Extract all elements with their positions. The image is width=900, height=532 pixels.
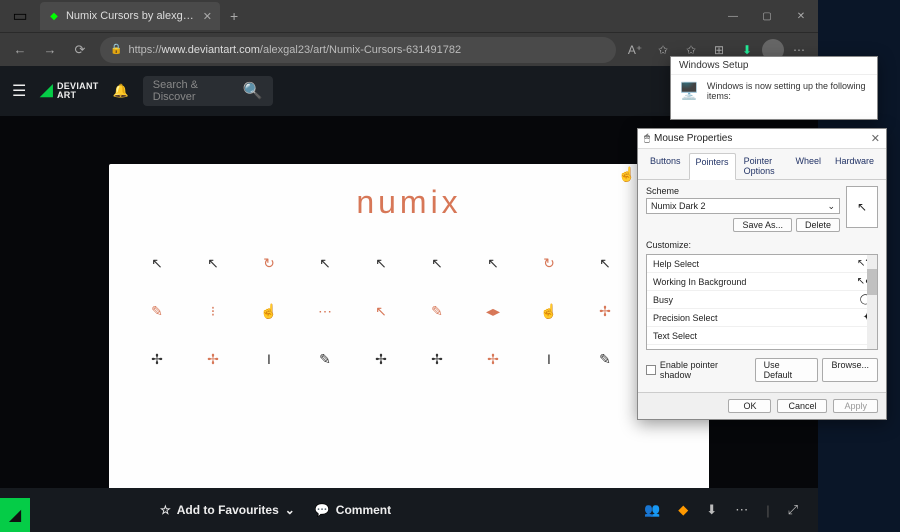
chevron-down-icon: ⌄ <box>285 503 295 517</box>
star-icon: ☆ <box>160 503 171 517</box>
download-icon[interactable]: ⬇ <box>706 502 717 518</box>
url-input[interactable]: 🔒 https://www.deviantart.com/alexgal23/a… <box>100 37 616 63</box>
expand-icon[interactable]: ⤢ <box>788 502 798 518</box>
comment-button[interactable]: 💬 Comment <box>315 503 391 517</box>
scheme-dropdown[interactable]: Numix Dark 2 ⌄ <box>646 198 840 214</box>
shadow-checkbox[interactable] <box>646 365 656 375</box>
tab-buttons[interactable]: Buttons <box>644 153 687 179</box>
mouse-icon: 🖱 <box>644 133 650 144</box>
list-item: Text SelectI <box>647 327 877 345</box>
logo-mark-icon: ◢ <box>40 83 53 99</box>
action-bar: ◢ ☆ Add to Favourites ⌄ 💬 Comment 👥 ◆ ⬇ … <box>0 488 818 532</box>
tab-hardware[interactable]: Hardware <box>829 153 880 179</box>
refresh-button[interactable]: ⟳ <box>66 36 94 64</box>
scheme-label: Scheme <box>646 186 840 196</box>
mouse-titlebar: 🖱 Mouse Properties ✕ <box>638 129 886 149</box>
tab-pointer-options[interactable]: Pointer Options <box>738 153 788 179</box>
favorite-icon[interactable]: ✩ <box>650 43 676 57</box>
setup-icon: 🖥️ <box>679 81 699 101</box>
list-item: Working In Background↖◐ <box>647 273 877 291</box>
setup-text: Windows is now setting up the following … <box>707 81 869 101</box>
artwork-image[interactable]: numix ↖↖↻↖↖ ↖↖↻↖↖ ✎⁝☝⋯↖ ✎◂▸☝✢⇕ ✢✢I✎✢ ✢✢I… <box>109 164 709 524</box>
lock-icon: 🔒 <box>110 44 122 55</box>
numix-title: numix <box>356 184 461 221</box>
browser-tab[interactable]: ◆ Numix Cursors by alexgal23 on ✕ <box>40 2 220 30</box>
list-item: Precision Select✦ <box>647 309 877 327</box>
windows-setup-dialog: Windows Setup 🖥️ Windows is now setting … <box>670 56 878 120</box>
people-icon[interactable]: 👥 <box>644 502 660 518</box>
url-text: https://www.deviantart.com/alexgal23/art… <box>128 44 606 56</box>
comment-icon: 💬 <box>315 503 330 517</box>
deviantart-logo[interactable]: ◢ DEVIANTART <box>40 82 98 100</box>
shadow-label: Enable pointer shadow <box>660 360 751 380</box>
diamond-icon[interactable]: ◆ <box>678 502 688 518</box>
scroll-thumb[interactable] <box>867 269 877 295</box>
use-default-button[interactable]: Use Default <box>755 358 819 382</box>
scheme-value: Numix Dark 2 <box>651 201 706 211</box>
window-controls: — ▢ ✕ <box>716 2 818 30</box>
list-item: Busy◯ <box>647 291 877 309</box>
maximize-button[interactable]: ▢ <box>750 2 784 30</box>
close-button[interactable]: ✕ <box>784 2 818 30</box>
tab-strip: ▭ ◆ Numix Cursors by alexgal23 on ✕ + <box>0 0 248 32</box>
new-tab-button[interactable]: + <box>220 8 248 24</box>
setup-title: Windows Setup <box>671 57 877 75</box>
ok-button[interactable]: OK <box>728 399 771 413</box>
dialog-buttons: OK Cancel Apply <box>638 392 886 419</box>
list-item: Help Select↖? <box>647 255 877 273</box>
scrollbar[interactable] <box>867 255 877 349</box>
more-icon[interactable]: ⋯ <box>786 43 812 57</box>
cursor-list[interactable]: Help Select↖? Working In Background↖◐ Bu… <box>646 254 878 350</box>
add-favourites-button[interactable]: ☆ Add to Favourites ⌄ <box>160 503 295 517</box>
save-as-button[interactable]: Save As... <box>733 218 792 232</box>
cursor-grid: ↖↖↻↖↖ ↖↖↻↖↖ ✎⁝☝⋯↖ ✎◂▸☝✢⇕ ✢✢I✎✢ ✢✢I✎✢ <box>139 253 679 369</box>
extensions-icon[interactable]: ⊞ <box>706 43 732 57</box>
titlebar: ▭ ◆ Numix Cursors by alexgal23 on ✕ + — … <box>0 0 818 32</box>
deviantart-favicon: ◆ <box>48 9 60 23</box>
bell-icon[interactable]: 🔔 <box>113 83 129 99</box>
search-placeholder: Search & Discover <box>153 79 235 103</box>
tab-pointers[interactable]: Pointers <box>689 153 736 180</box>
hamburger-icon[interactable]: ☰ <box>12 81 26 101</box>
chevron-down-icon: ⌄ <box>827 201 835 212</box>
reader-icon[interactable]: A⁺ <box>622 43 648 57</box>
customize-label: Customize: <box>646 240 878 250</box>
mouse-properties-dialog: 🖱 Mouse Properties ✕ Buttons Pointers Po… <box>637 128 887 420</box>
collections-icon[interactable]: ✩ <box>678 43 704 57</box>
mouse-close-button[interactable]: ✕ <box>871 132 880 145</box>
cursor-preview: ↖ <box>846 186 878 228</box>
browse-button[interactable]: Browse... <box>822 358 878 382</box>
downloads-icon[interactable]: ⬇ <box>734 43 760 57</box>
back-button[interactable]: ← <box>6 36 34 64</box>
deviantart-tab[interactable]: ◢ <box>0 498 30 532</box>
tab-title: Numix Cursors by alexgal23 on <box>66 10 197 22</box>
forward-button[interactable]: → <box>36 36 64 64</box>
minimize-button[interactable]: — <box>716 2 750 30</box>
search-input[interactable]: Search & Discover 🔍 <box>143 76 273 106</box>
mouse-title-text: Mouse Properties <box>654 133 732 144</box>
apply-button[interactable]: Apply <box>833 399 878 413</box>
hand-cursor-icon: ☝ <box>618 166 635 183</box>
search-icon: 🔍 <box>243 81 263 101</box>
cancel-button[interactable]: Cancel <box>777 399 827 413</box>
mouse-tabs: Buttons Pointers Pointer Options Wheel H… <box>638 149 886 180</box>
delete-button[interactable]: Delete <box>796 218 840 232</box>
tab-wheel[interactable]: Wheel <box>789 153 827 179</box>
tabs-menu-icon[interactable]: ▭ <box>4 2 36 30</box>
tab-close-icon[interactable]: ✕ <box>203 10 212 23</box>
actionbar-more-icon[interactable]: ⋯ <box>735 502 748 518</box>
